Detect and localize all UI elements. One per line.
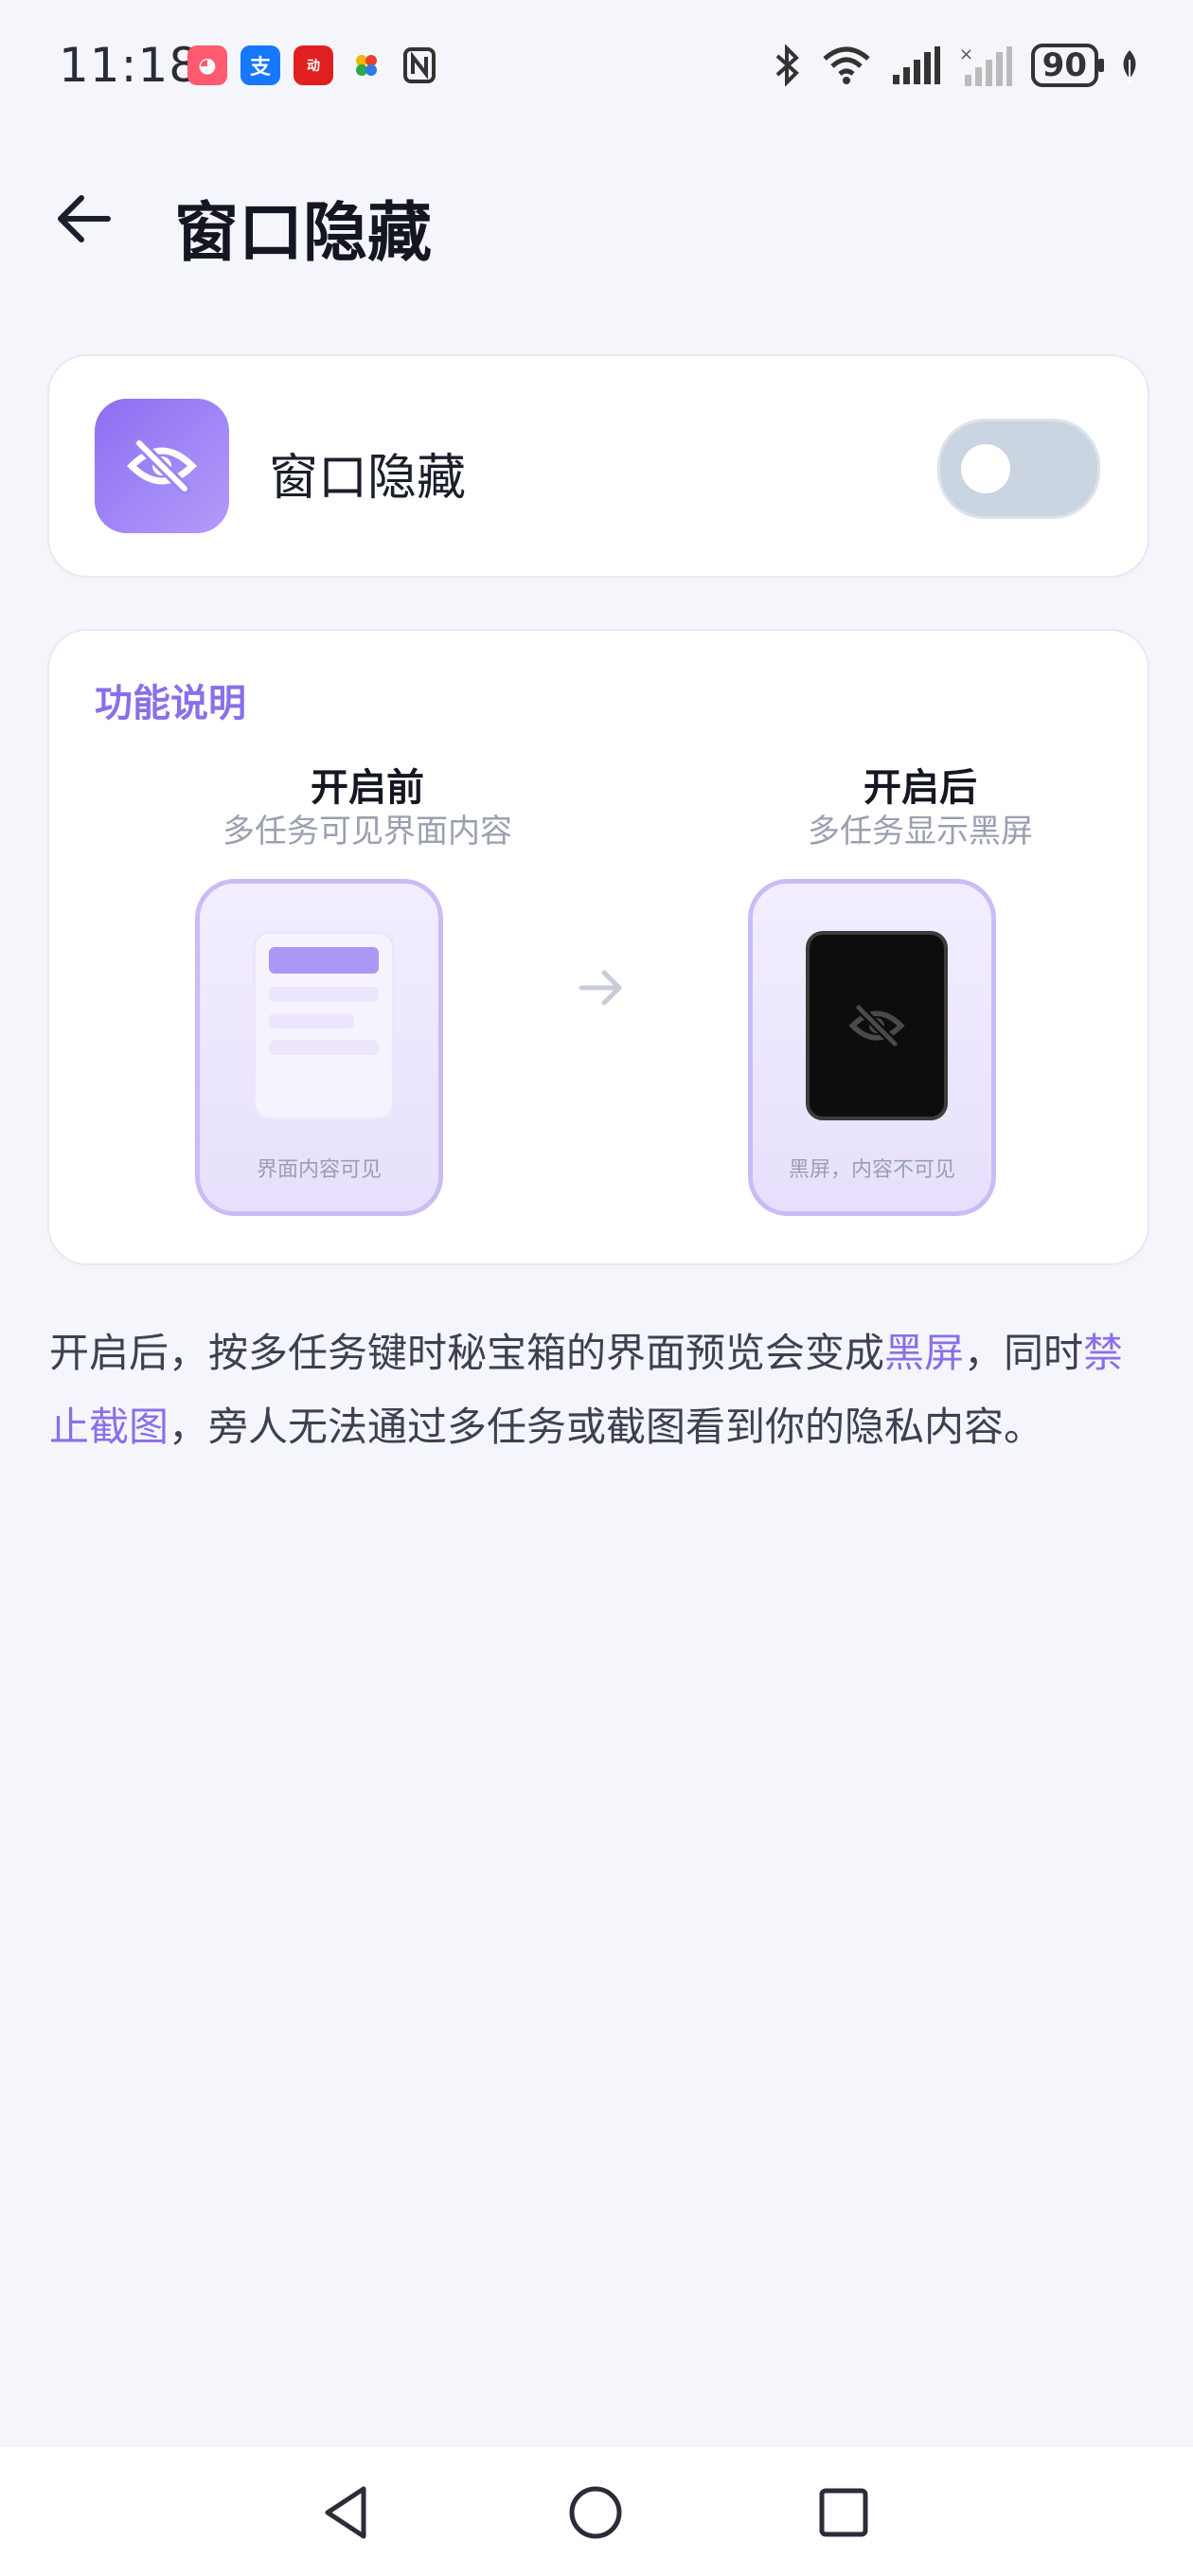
before-subtitle: 多任务可见界面内容 xyxy=(223,813,512,850)
battery-icon: 90 xyxy=(1030,44,1105,87)
after-title: 开启后 xyxy=(864,766,977,810)
visible-content-screen xyxy=(253,931,395,1120)
before-column: 开启前 多任务可见界面内容 xyxy=(169,765,566,852)
system-icons: × 90 xyxy=(774,44,1142,87)
after-caption: 黑屏，内容不可见 xyxy=(788,1158,955,1182)
description-text-1: 开启后，按多任务键时秘宝箱的界面预览会变成 xyxy=(49,1330,885,1376)
before-title: 开启前 xyxy=(311,766,424,810)
page-title: 窗口隐藏 xyxy=(174,196,433,271)
alipay-icon: 支 xyxy=(240,45,280,85)
window-hide-label: 窗口隐藏 xyxy=(269,450,467,507)
system-nav-bar xyxy=(0,2447,1193,2576)
nav-home-icon[interactable] xyxy=(564,2481,627,2544)
app-icon-1: ◕ xyxy=(187,45,227,85)
after-column: 开启后 多任务显示黑屏 xyxy=(721,765,1119,852)
leaf-icon xyxy=(1123,50,1136,84)
feature-explanation-card: 功能说明 开启前 多任务可见界面内容 开启后 多任务显示黑屏 界面内容可见 黑屏… xyxy=(47,629,1149,1265)
before-phone-illustration: 界面内容可见 xyxy=(195,879,443,1216)
black-screen xyxy=(806,931,948,1120)
description-text-3: ，旁人无法通过多任务或截图看到你的隐私内容。 xyxy=(169,1404,1044,1450)
nfc-icon xyxy=(400,45,439,85)
wifi-icon xyxy=(823,46,870,84)
status-time: 11:18 xyxy=(59,38,201,93)
eye-off-icon xyxy=(848,1003,905,1048)
after-subtitle: 多任务显示黑屏 xyxy=(808,813,1033,850)
window-hide-toggle[interactable] xyxy=(937,419,1100,519)
signal-no-service-icon: × xyxy=(959,45,1012,86)
explanation-title: 功能说明 xyxy=(95,682,246,725)
nav-back-icon[interactable] xyxy=(316,2481,379,2544)
bluetooth-icon xyxy=(775,45,799,86)
highlight-black-screen: 黑屏 xyxy=(884,1330,965,1376)
before-caption: 界面内容可见 xyxy=(256,1158,382,1182)
back-arrow-icon[interactable] xyxy=(53,186,119,252)
svg-text:×: × xyxy=(959,45,973,64)
arrow-right-icon xyxy=(579,970,622,1006)
signal-icon xyxy=(892,46,940,84)
feature-description: 开启后，按多任务键时秘宝箱的界面预览会变成黑屏，同时禁止截图，旁人无法通过多任务… xyxy=(49,1316,1148,1464)
description-text-2: ，同时 xyxy=(964,1330,1084,1376)
window-hide-setting-card: 窗口隐藏 xyxy=(47,354,1149,578)
toggle-knob xyxy=(961,444,1010,493)
after-phone-illustration: 黑屏，内容不可见 xyxy=(748,879,996,1216)
eye-off-icon xyxy=(95,399,229,533)
status-bar: 11:18 ◕ 支 动 × 90 xyxy=(0,0,1193,133)
app-icon-4 xyxy=(347,45,386,85)
nav-recents-icon[interactable] xyxy=(812,2481,875,2544)
notification-icons: ◕ 支 动 xyxy=(187,45,439,85)
app-icon-3: 动 xyxy=(294,45,333,85)
